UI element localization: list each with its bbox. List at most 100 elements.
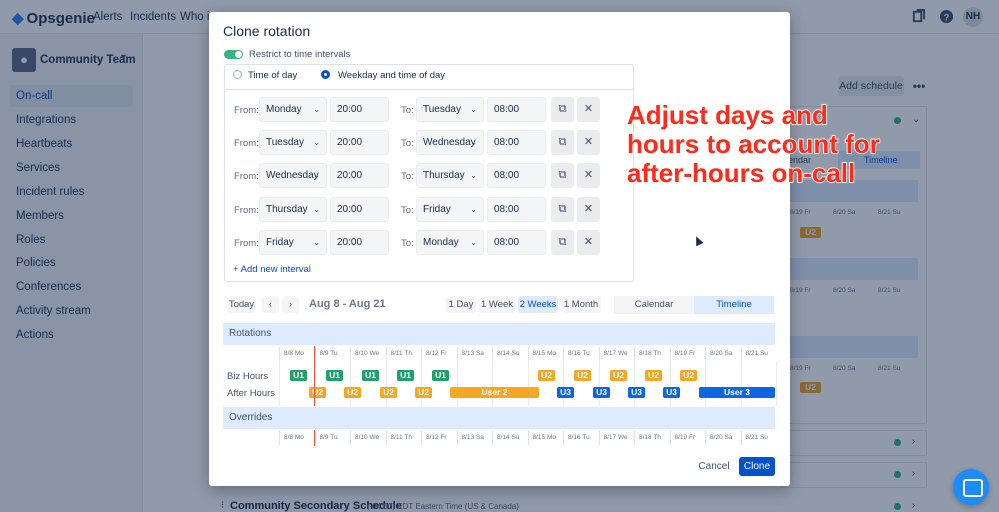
current-time-marker — [314, 430, 315, 446]
to-label: To: — [401, 138, 414, 149]
clone-button[interactable]: Clone — [739, 457, 775, 476]
date-header-cell: 8/14 Su — [492, 431, 528, 445]
row-label-after-hours: After Hours — [227, 388, 276, 399]
after-hours-shift-bar[interactable]: U3 — [663, 387, 680, 398]
after-hours-shift-bar[interactable]: U2 — [415, 387, 432, 398]
range-1-day[interactable]: 1 Day — [446, 296, 476, 313]
biz-shift-bar[interactable]: U2 — [680, 370, 697, 381]
date-header-cell: 8/9 Tu — [314, 431, 351, 445]
current-time-marker — [314, 346, 315, 406]
chevron-down-icon: ⌄ — [313, 238, 320, 247]
next-icon[interactable]: › — [282, 296, 299, 313]
to-day-select[interactable]: Friday ⌄ — [416, 197, 484, 222]
biz-shift-bar[interactable]: U2 — [574, 370, 591, 381]
copy-icon[interactable]: ⧉ — [551, 163, 574, 188]
from-time-input[interactable]: 20:00 — [330, 197, 389, 222]
close-icon[interactable]: ✕ — [577, 230, 600, 255]
date-header-cell: 8/20 Sa — [705, 347, 741, 361]
from-day-select[interactable]: Wednesday ⌄ — [259, 163, 327, 188]
to-day-select[interactable]: Thursday ⌄ — [416, 163, 484, 188]
tab-timeline[interactable]: Timeline — [694, 296, 774, 314]
chevron-down-icon: ⌄ — [313, 205, 320, 214]
date-range: Aug 8 - Aug 21 — [309, 298, 386, 310]
to-day-value: Friday — [423, 204, 451, 215]
after-hours-shift-bar[interactable]: U3 — [628, 387, 645, 398]
close-icon[interactable]: ✕ — [577, 130, 600, 155]
today-button[interactable]: Today — [228, 296, 255, 313]
date-header-cell: 8/15 Mo — [527, 347, 564, 361]
after-hours-shift-bar[interactable]: User 2 — [450, 387, 539, 398]
from-time-input[interactable]: 20:00 — [330, 97, 389, 122]
grid-line — [740, 361, 742, 406]
to-time-input[interactable]: 08:00 — [487, 230, 546, 255]
biz-shift-bar[interactable]: U1 — [397, 370, 414, 381]
after-hours-shift-bar[interactable]: U3 — [557, 387, 574, 398]
close-icon[interactable]: ✕ — [577, 163, 600, 188]
from-day-value: Thursday — [266, 204, 308, 215]
from-day-select[interactable]: Monday ⌄ — [259, 97, 327, 122]
chevron-down-icon: ⌄ — [470, 105, 477, 114]
add-interval-link[interactable]: + Add new interval — [233, 264, 311, 275]
after-hours-shift-bar[interactable]: U2 — [380, 387, 397, 398]
to-label: To: — [401, 205, 414, 216]
grid-line — [634, 361, 635, 406]
after-hours-shift-bar[interactable]: U2 — [309, 387, 326, 398]
grid-line — [492, 361, 493, 406]
from-day-select[interactable]: Friday ⌄ — [259, 230, 327, 255]
date-header-cell: 8/10 We — [350, 347, 386, 361]
to-day-select[interactable]: Wednesday ⌄ — [416, 130, 484, 155]
copy-icon[interactable]: ⧉ — [551, 197, 574, 222]
to-time-input[interactable]: 08:00 — [487, 163, 546, 188]
date-header-cell: 8/15 Mo — [527, 431, 564, 445]
from-day-select[interactable]: Thursday ⌄ — [259, 197, 327, 222]
biz-shift-bar[interactable]: U1 — [362, 370, 379, 381]
to-time-input[interactable]: 08:00 — [487, 97, 546, 122]
biz-shift-bar[interactable]: U2 — [645, 370, 662, 381]
from-day-select[interactable]: Tuesday ⌄ — [259, 130, 327, 155]
biz-shift-bar[interactable]: U1 — [326, 370, 343, 381]
grid-line — [527, 361, 529, 406]
after-hours-shift-bar[interactable]: User 3 — [699, 387, 775, 398]
annotation-callout: Adjust days and hours to account for aft… — [626, 100, 880, 189]
from-time-input[interactable]: 20:00 — [330, 230, 389, 255]
biz-shift-bar[interactable]: U1 — [290, 370, 307, 381]
grid-line — [705, 361, 706, 406]
date-header-cell: 8/18 Th — [634, 347, 670, 361]
to-time-input[interactable]: 08:00 — [487, 197, 546, 222]
date-header-cell: 8/13 Sa — [456, 347, 493, 361]
range-1-week[interactable]: 1 Week — [479, 296, 515, 313]
chat-support-icon[interactable] — [953, 469, 989, 505]
radio-time-of-day-label[interactable]: Time of day — [248, 70, 297, 81]
to-time-input[interactable]: 08:00 — [487, 130, 546, 155]
date-header-cell: 8/12 Fr — [421, 431, 457, 445]
after-hours-shift-bar[interactable]: U2 — [344, 387, 361, 398]
to-day-select[interactable]: Tuesday ⌄ — [416, 97, 484, 122]
copy-icon[interactable]: ⧉ — [551, 97, 574, 122]
biz-shift-bar[interactable]: U2 — [538, 370, 555, 381]
from-day-value: Monday — [266, 104, 302, 115]
close-icon[interactable]: ✕ — [577, 197, 600, 222]
restrict-toggle[interactable] — [224, 50, 243, 59]
biz-shift-bar[interactable]: U2 — [610, 370, 627, 381]
cancel-button[interactable]: Cancel — [696, 457, 732, 476]
radio-time-of-day[interactable] — [233, 70, 242, 79]
copy-icon[interactable]: ⧉ — [551, 230, 574, 255]
range-2-weeks[interactable]: 2 Weeks — [518, 296, 558, 313]
from-day-value: Wednesday — [266, 170, 319, 181]
tab-calendar[interactable]: Calendar — [614, 296, 694, 314]
copy-icon[interactable]: ⧉ — [551, 130, 574, 155]
radio-weekday-time[interactable] — [321, 70, 330, 79]
close-icon[interactable]: ✕ — [577, 97, 600, 122]
to-day-select[interactable]: Monday ⌄ — [416, 230, 484, 255]
from-time-input[interactable]: 20:00 — [330, 163, 389, 188]
biz-shift-bar[interactable]: U1 — [432, 370, 449, 381]
from-time-input[interactable]: 20:00 — [330, 130, 389, 155]
prev-icon[interactable]: ‹ — [262, 296, 279, 313]
after-hours-shift-bar[interactable]: U3 — [593, 387, 610, 398]
grid-line — [350, 361, 351, 406]
range-1-month[interactable]: 1 Month — [561, 296, 601, 313]
date-header-cell: 8/10 We — [350, 431, 386, 445]
date-header-cell: 8/11 Th — [385, 431, 422, 445]
grid-line — [563, 361, 564, 406]
radio-weekday-time-label[interactable]: Weekday and time of day — [338, 70, 445, 81]
